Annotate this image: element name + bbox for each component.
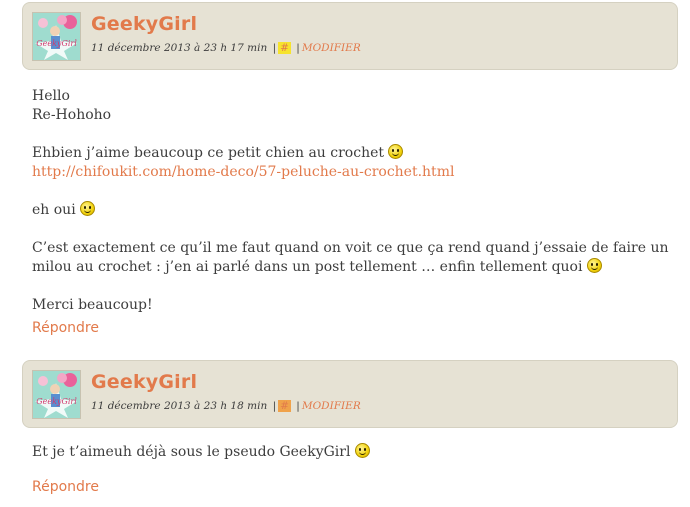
meta-separator: |	[296, 42, 300, 54]
edit-link[interactable]: MODIFIER	[302, 42, 361, 54]
comment-meta: 11 décembre 2013 à 23 h 18 min | # | MODIF…	[91, 400, 361, 412]
comment-author[interactable]: GeekyGirl	[91, 13, 197, 35]
comment-line: Et je t’aimeuh déjà sous le pseudo Geeky…	[32, 444, 351, 460]
comment-paragraph: Hello Re-Hohoho	[32, 87, 682, 125]
comment-line: eh oui	[32, 202, 76, 218]
comment-paragraph: Ehbien j’aime beaucoup ce petit chien au…	[32, 144, 682, 182]
avatar-logo-text: GeekyGirl	[36, 397, 77, 406]
comment-author[interactable]: GeekyGirl	[91, 371, 197, 393]
comment-line: Hello	[32, 88, 70, 104]
edit-link[interactable]: MODIFIER	[302, 400, 361, 412]
smiley-icon	[586, 258, 602, 273]
comment-meta: 11 décembre 2013 à 23 h 17 min | # | MODIF…	[91, 42, 361, 54]
comment-paragraph: eh oui	[32, 201, 682, 220]
avatar[interactable]: GeekyGirl	[32, 12, 81, 61]
comment-line: Re-Hohoho	[32, 107, 112, 123]
avatar-logo-text: GeekyGirl	[36, 39, 77, 48]
comment-line: C’est exactement ce qu’il me faut quand …	[32, 240, 669, 275]
comment-line: Ehbien j’aime beaucoup ce petit chien au…	[32, 145, 384, 161]
meta-separator: |	[296, 400, 300, 412]
avatar[interactable]: GeekyGirl	[32, 370, 81, 419]
comment-header: GeekyGirl GeekyGirl 11 décembre 2013 à 2…	[22, 360, 678, 428]
permalink-link[interactable]: #	[278, 400, 291, 412]
comment-paragraph: Merci beaucoup!	[32, 296, 682, 315]
product-link[interactable]: http://chifoukit.com/home-deco/57-peluch…	[32, 164, 454, 180]
meta-separator: |	[272, 400, 277, 412]
smiley-icon	[354, 443, 370, 458]
reply-link[interactable]: Répondre	[32, 320, 99, 336]
comment-header: GeekyGirl GeekyGirl 11 décembre 2013 à 2…	[22, 2, 678, 70]
comment-date[interactable]: 11 décembre 2013 à 23 h 18 min	[91, 400, 267, 412]
comment-paragraph: C’est exactement ce qu’il me faut quand …	[32, 239, 672, 277]
comment-date[interactable]: 11 décembre 2013 à 23 h 17 min	[91, 42, 267, 54]
meta-separator: |	[272, 42, 277, 54]
smiley-icon	[80, 201, 96, 216]
smiley-icon	[388, 144, 404, 159]
comment-paragraph: Et je t’aimeuh déjà sous le pseudo Geeky…	[32, 443, 682, 462]
permalink-link[interactable]: #	[278, 42, 291, 54]
comment-body: Hello Re-Hohoho Ehbien j’aime beaucoup ce…	[32, 87, 682, 334]
comment-body: Et je t’aimeuh déjà sous le pseudo Geeky…	[32, 443, 682, 481]
comment-line: Merci beaucoup!	[32, 297, 153, 313]
reply-link[interactable]: Répondre	[32, 479, 99, 495]
